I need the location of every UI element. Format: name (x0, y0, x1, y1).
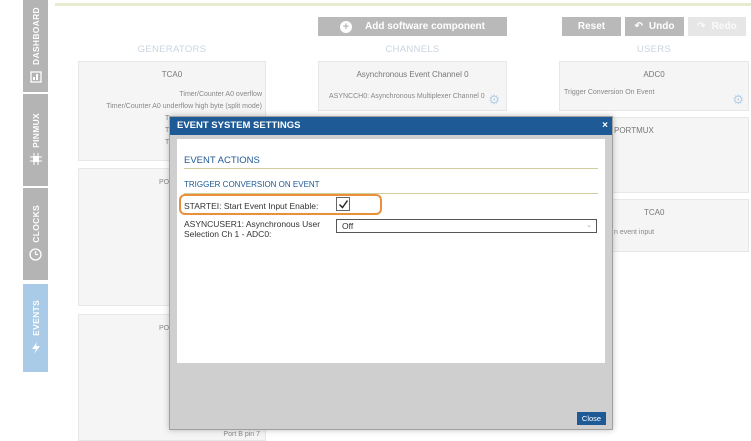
close-icon[interactable]: × (602, 117, 608, 135)
asyncuser1-value: Off (342, 221, 354, 231)
sidebar-item-pinmux[interactable]: PINMUX (23, 94, 48, 187)
card-title: ADC0 (643, 70, 665, 79)
undo-icon: ↶ (634, 21, 643, 32)
sidebar-item-label: EVENTS (30, 300, 41, 336)
channel-card-0[interactable]: Asynchronous Event Channel 0 ASYNCCH0: A… (318, 61, 507, 111)
redo-label: Redo (711, 21, 737, 32)
subsection-title: TRIGGER CONVERSION ON EVENT (184, 180, 320, 189)
top-divider (55, 3, 751, 6)
event-system-settings-dialog: EVENT SYSTEM SETTINGS × EVENT ACTIONS TR… (169, 116, 613, 430)
users-heading: USERS (636, 44, 672, 55)
sidebar-item-label: PINMUX (30, 112, 41, 148)
redo-button[interactable]: ↷ Redo (688, 17, 746, 36)
card-title: PO (159, 179, 170, 186)
sidebar-item-label: DASHBOARD (30, 7, 41, 65)
sidebar-item-events[interactable]: EVENTS (23, 284, 48, 373)
dialog-title: EVENT SYSTEM SETTINGS (177, 120, 301, 131)
reset-label: Reset (577, 21, 606, 32)
card-text: n event input (614, 229, 655, 236)
generators-heading: GENERATORS (137, 44, 207, 55)
section-title: EVENT ACTIONS (184, 155, 260, 166)
sidebar-item-label: CLOCKS (30, 204, 41, 243)
chip-icon (29, 153, 42, 167)
plus-icon: + (339, 20, 352, 33)
checkmark-icon (339, 200, 349, 209)
card-title: PORTMUX (614, 126, 654, 135)
asyncuser1-select[interactable]: Off ⌄ (336, 219, 597, 233)
redo-icon: ↷ (697, 21, 706, 32)
chevron-down-icon: ⌄ (586, 222, 592, 229)
card-text: Timer/Counter A0 overflow (179, 91, 262, 98)
clock-icon (29, 248, 42, 263)
reset-button[interactable]: Reset (562, 17, 621, 36)
undo-button[interactable]: ↶ Undo (625, 17, 684, 36)
dialog-title-bar: EVENT SYSTEM SETTINGS × (170, 117, 612, 135)
close-button[interactable]: Close (577, 412, 606, 425)
card-text: Port B pin 7 (223, 431, 260, 438)
section-divider (184, 168, 598, 169)
card-title: PO (159, 325, 170, 332)
card-title: TCA0 (644, 208, 665, 217)
gear-icon[interactable]: ⚙ (488, 93, 500, 106)
dashboard-icon (29, 71, 42, 85)
lightning-icon (31, 341, 41, 356)
asyncuser1-label-line1: ASYNCUSER1: Asynchronous User (184, 219, 321, 229)
card-text: Trigger Conversion On Event (564, 89, 655, 96)
dialog-body: EVENT ACTIONS TRIGGER CONVERSION ON EVEN… (177, 139, 605, 363)
card-text: Timer/Counter A0 underflow high byte (sp… (106, 103, 262, 110)
sidebar: DASHBOARD PINMUX CLOCKS EVENTS (23, 0, 48, 441)
sidebar-item-clocks[interactable]: CLOCKS (23, 188, 48, 281)
channels-heading: CHANNELS (385, 44, 440, 55)
user-card-adc0[interactable]: ADC0 Trigger Conversion On Event ⚙ (559, 61, 749, 111)
sidebar-item-dashboard[interactable]: DASHBOARD (23, 0, 48, 93)
startei-label: STARTEI: Start Event Input Enable: (184, 201, 319, 211)
asyncuser1-label-line2: Selection Ch 1 - ADC0: (184, 229, 272, 239)
card-title: Asynchronous Event Channel 0 (356, 70, 469, 79)
add-software-component-button[interactable]: + Add software component (318, 17, 507, 36)
card-text: ASYNCCH0: Asynchronous Multiplexer Chann… (329, 93, 485, 100)
add-software-component-label: Add software component (364, 21, 485, 32)
card-title: TCA0 (161, 70, 183, 79)
undo-label: Undo (648, 21, 675, 32)
gear-icon[interactable]: ⚙ (732, 93, 744, 106)
startei-checkbox[interactable] (336, 197, 350, 211)
